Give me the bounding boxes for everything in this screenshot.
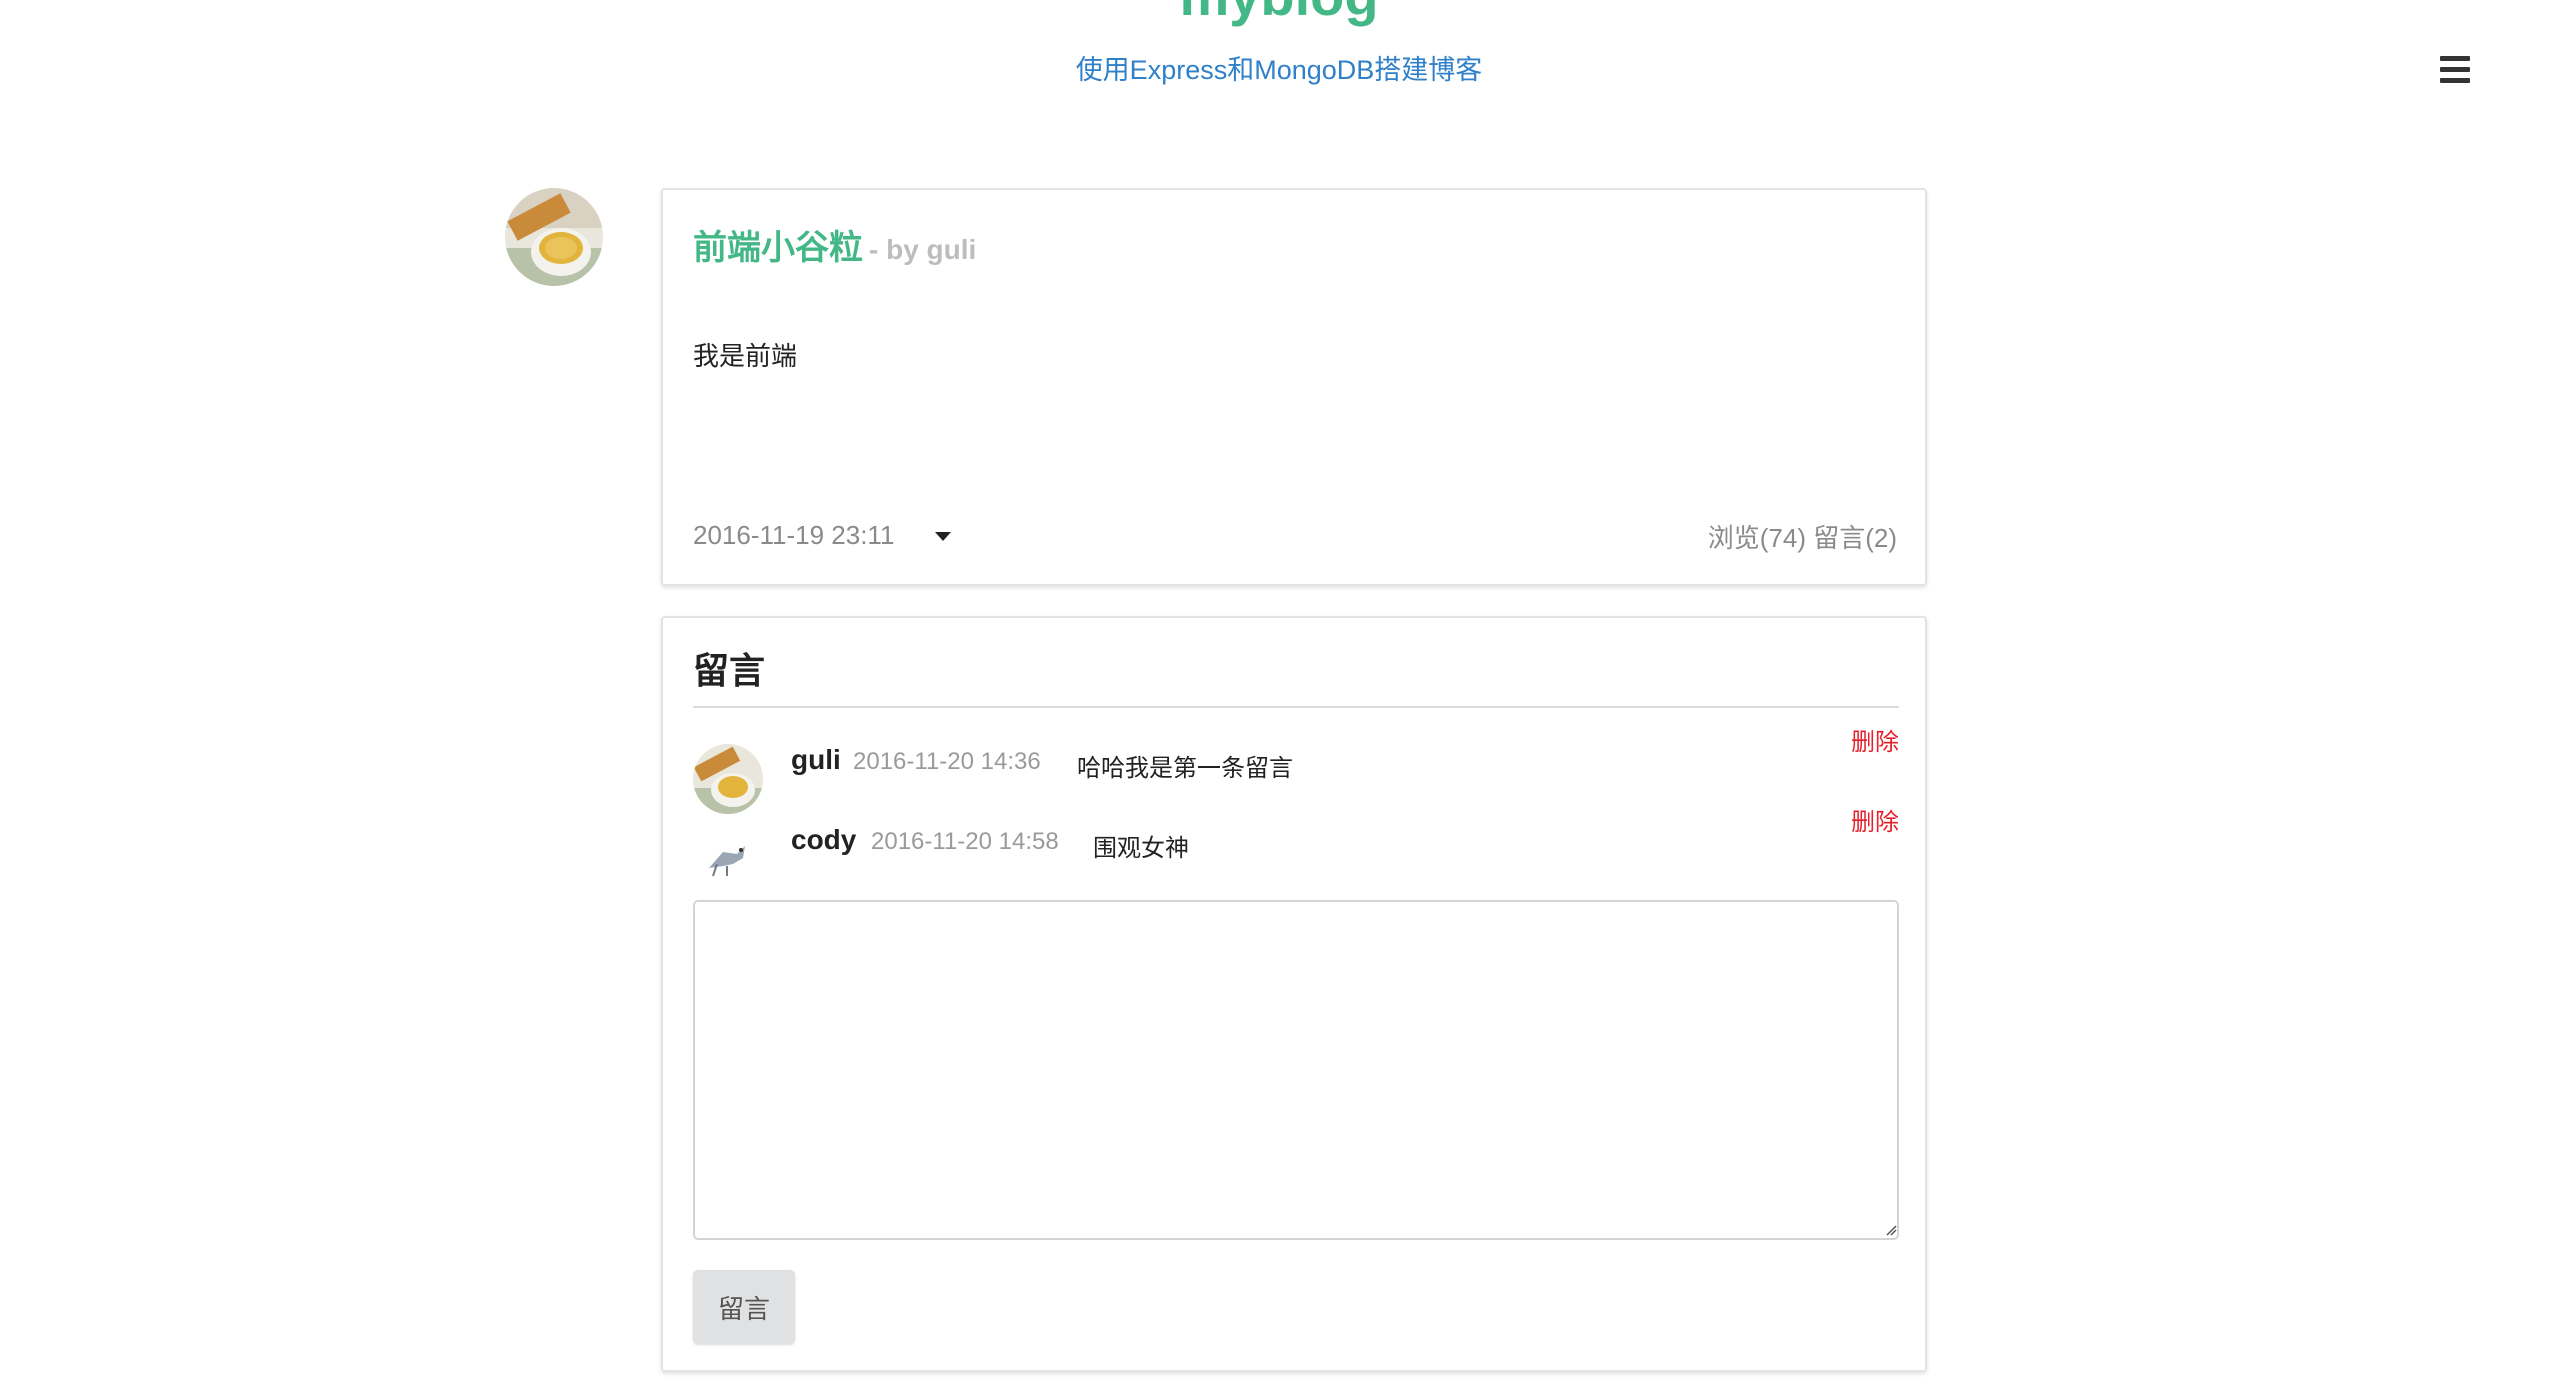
commenter-avatar[interactable] <box>693 824 763 894</box>
bird-sketch-avatar-image <box>693 824 763 894</box>
post-content: 我是前端 <box>693 341 798 371</box>
comment-time: 2016-11-20 14:58 <box>871 828 1059 855</box>
comment-item: cody 2016-11-20 14:58 围观女神 删除 <box>693 809 1899 894</box>
comment-card: 留言 guli 2016-11-20 14:36 哈哈我是第一条留言 删除 co <box>661 616 1927 1372</box>
commenter-avatar[interactable] <box>693 744 763 814</box>
site-title[interactable]: myblog <box>0 0 2558 32</box>
submit-comment-button[interactable]: 留言 <box>693 1270 795 1344</box>
delete-comment-button[interactable]: 删除 <box>1851 802 1899 837</box>
resize-handle-icon[interactable] <box>1885 1224 1897 1236</box>
comment-text: 哈哈我是第一条留言 <box>1077 755 1293 782</box>
tea-cup-avatar-image <box>505 188 603 286</box>
comment-section-title: 留言 <box>693 642 1899 708</box>
hamburger-menu-icon[interactable] <box>2440 56 2470 83</box>
comment-text: 围观女神 <box>1093 835 1189 862</box>
post-stats: 浏览(74) 留言(2) <box>1707 523 1897 553</box>
comment-input[interactable] <box>693 900 1899 1240</box>
post-date: 2016-11-19 23:11 <box>693 520 895 550</box>
chevron-down-icon[interactable] <box>935 532 951 541</box>
author-avatar[interactable] <box>505 188 603 286</box>
comment-username[interactable]: guli <box>791 744 841 776</box>
post-author: - by guli <box>869 234 977 265</box>
post-title-line: 前端小谷粒 - by guli <box>693 220 976 269</box>
comment-time: 2016-11-20 14:36 <box>853 748 1041 775</box>
delete-comment-button[interactable]: 删除 <box>1851 722 1899 757</box>
tea-cup-avatar-image <box>693 744 763 814</box>
post-title[interactable]: 前端小谷粒 <box>693 229 863 267</box>
comment-username[interactable]: cody <box>791 824 856 856</box>
comment-item: guli 2016-11-20 14:36 哈哈我是第一条留言 删除 <box>693 729 1899 814</box>
site-subtitle: 使用Express和MongoDB搭建博客 <box>1075 55 1483 85</box>
post-card: 前端小谷粒 - by guli 我是前端 2016-11-19 23:11 浏览(… <box>661 188 1927 586</box>
